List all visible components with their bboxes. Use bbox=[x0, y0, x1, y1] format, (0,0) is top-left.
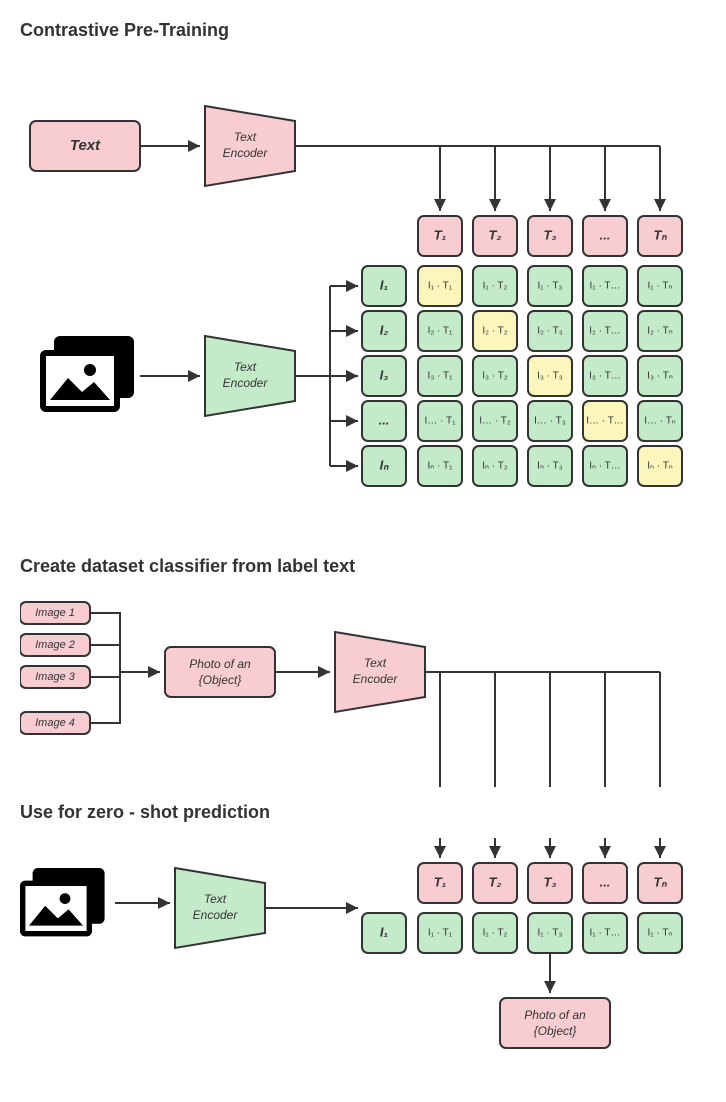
svg-text:I₂ · T…: I₂ · T… bbox=[589, 326, 620, 337]
svg-text:T₁: T₁ bbox=[434, 874, 447, 889]
svg-text:Text: Text bbox=[364, 656, 387, 670]
svg-text:I₃ · Tₙ: I₃ · Tₙ bbox=[647, 371, 673, 382]
svg-text:I… · T₁: I… · T₁ bbox=[425, 416, 457, 427]
svg-text:I₁: I₁ bbox=[380, 924, 388, 939]
svg-text:T₂: T₂ bbox=[489, 227, 502, 242]
svg-text:I₂ · Tₙ: I₂ · Tₙ bbox=[647, 326, 672, 337]
svg-text:Iₙ: Iₙ bbox=[380, 457, 390, 472]
i-tokens-col: I₁ I₂ I₃ ... Iₙ bbox=[362, 266, 406, 486]
text-input-label: Text bbox=[70, 137, 101, 154]
text-encoder-label: Text bbox=[234, 130, 257, 144]
svg-text:Iₙ · T₂: Iₙ · T₂ bbox=[482, 461, 508, 472]
svg-text:Encoder: Encoder bbox=[223, 376, 269, 390]
svg-text:T₃: T₃ bbox=[544, 874, 557, 889]
t-tokens-row-2: T₁ T₂ T₃ ... Tₙ bbox=[418, 863, 682, 903]
svg-text:...: ... bbox=[379, 412, 390, 427]
similarity-matrix: I₁ · T₁ I₁ · T₂ I₁ · T₃ I₁ · T… I₁ · Tₙ I₂ · … bbox=[418, 266, 682, 486]
svg-text:T₃: T₃ bbox=[544, 227, 557, 242]
section-title-3: Use for zero - shot prediction bbox=[20, 802, 706, 823]
svg-text:I₃ · T₂: I₃ · T₂ bbox=[482, 371, 508, 382]
svg-text:Image 4: Image 4 bbox=[35, 717, 75, 729]
svg-text:...: ... bbox=[600, 874, 611, 889]
svg-text:{Object}: {Object} bbox=[199, 673, 242, 687]
svg-text:I₃ · T₁: I₃ · T₁ bbox=[427, 371, 453, 382]
svg-text:I₁ · Tₙ: I₁ · Tₙ bbox=[648, 928, 673, 939]
t-tokens-row: T₁ T₂ T₃ ... Tₙ bbox=[418, 216, 682, 256]
svg-text:...: ... bbox=[600, 227, 611, 242]
svg-text:T₂: T₂ bbox=[489, 874, 502, 889]
svg-text:Iₙ · Tₙ: Iₙ · Tₙ bbox=[647, 461, 673, 472]
svg-text:I… · T₂: I… · T₂ bbox=[479, 416, 511, 427]
svg-text:I₁ · T₁: I₁ · T₁ bbox=[428, 928, 453, 939]
svg-text:Image 2: Image 2 bbox=[35, 639, 75, 651]
svg-text:I₁ · T…: I₁ · T… bbox=[590, 928, 621, 939]
image-stack-icon bbox=[40, 336, 134, 412]
similarity-row: I₁ · T₁ I₁ · T₂ I₁ · T₃ I₁ · T… I₁ · Tₙ bbox=[418, 913, 682, 953]
svg-text:T₁: T₁ bbox=[434, 227, 447, 242]
svg-text:I₁ · T₃: I₁ · T₃ bbox=[537, 928, 562, 939]
svg-text:I… · T…: I… · T… bbox=[586, 416, 624, 427]
section-title-1: Contrastive Pre-Training bbox=[20, 20, 706, 41]
svg-text:Iₙ · T₁: Iₙ · T₁ bbox=[428, 461, 454, 472]
svg-text:I… · T₃: I… · T₃ bbox=[534, 416, 566, 427]
svg-text:Encoder: Encoder bbox=[353, 672, 399, 686]
svg-text:I₁ · T₂: I₁ · T₂ bbox=[483, 281, 508, 292]
svg-text:Text: Text bbox=[234, 360, 257, 374]
svg-text:I₃: I₃ bbox=[380, 367, 389, 382]
svg-text:Tₙ: Tₙ bbox=[653, 874, 667, 889]
diagram-3: T₁ T₂ T₃ ... Tₙ Text Encoder I₁ I₁ · T₁ … bbox=[20, 838, 706, 1068]
svg-text:I₁: I₁ bbox=[380, 277, 388, 292]
svg-text:I₂: I₂ bbox=[380, 322, 389, 337]
svg-text:I₁ · Tₙ: I₁ · Tₙ bbox=[648, 281, 673, 292]
svg-text:I₁ · T…: I₁ · T… bbox=[590, 281, 621, 292]
prompt-template-box bbox=[165, 647, 275, 697]
svg-text:Photo of an: Photo of an bbox=[189, 657, 251, 671]
svg-text:Text: Text bbox=[204, 892, 227, 906]
svg-text:I₂ · T₁: I₂ · T₁ bbox=[428, 326, 453, 337]
svg-text:I₁ · T₁: I₁ · T₁ bbox=[428, 281, 453, 292]
prediction-output bbox=[500, 998, 610, 1048]
svg-text:Iₙ · T₃: Iₙ · T₃ bbox=[537, 461, 563, 472]
svg-text:I₃ · T₃: I₃ · T₃ bbox=[537, 371, 563, 382]
svg-text:I₂ · T₃: I₂ · T₃ bbox=[537, 326, 563, 337]
svg-text:I₃ · T…: I₃ · T… bbox=[589, 371, 621, 382]
text-encoder-label: Encoder bbox=[223, 146, 269, 160]
section-title-2: Create dataset classifier from label tex… bbox=[20, 556, 706, 577]
image-stack-icon-2 bbox=[20, 868, 105, 936]
svg-text:I₂ · T₂: I₂ · T₂ bbox=[482, 326, 507, 337]
svg-text:Tₙ: Tₙ bbox=[653, 227, 667, 242]
svg-text:{Object}: {Object} bbox=[534, 1024, 577, 1038]
svg-text:I₁ · T₂: I₁ · T₂ bbox=[483, 928, 508, 939]
svg-text:Image 3: Image 3 bbox=[35, 671, 76, 683]
svg-text:I₁ · T₃: I₁ · T₃ bbox=[537, 281, 562, 292]
svg-text:Encoder: Encoder bbox=[193, 908, 239, 922]
svg-text:Image 1: Image 1 bbox=[35, 607, 75, 619]
diagram-1: Text Text Encoder T₁ T₂ T₃ ... Tₙ bbox=[20, 56, 706, 526]
svg-text:I… · Tₙ: I… · Tₙ bbox=[644, 416, 676, 427]
svg-text:Iₙ · T…: Iₙ · T… bbox=[589, 461, 621, 472]
diagram-2: Image 1 Image 2 Image 3 Image 4 Photo of… bbox=[20, 592, 706, 792]
svg-text:Photo of an: Photo of an bbox=[524, 1008, 586, 1022]
